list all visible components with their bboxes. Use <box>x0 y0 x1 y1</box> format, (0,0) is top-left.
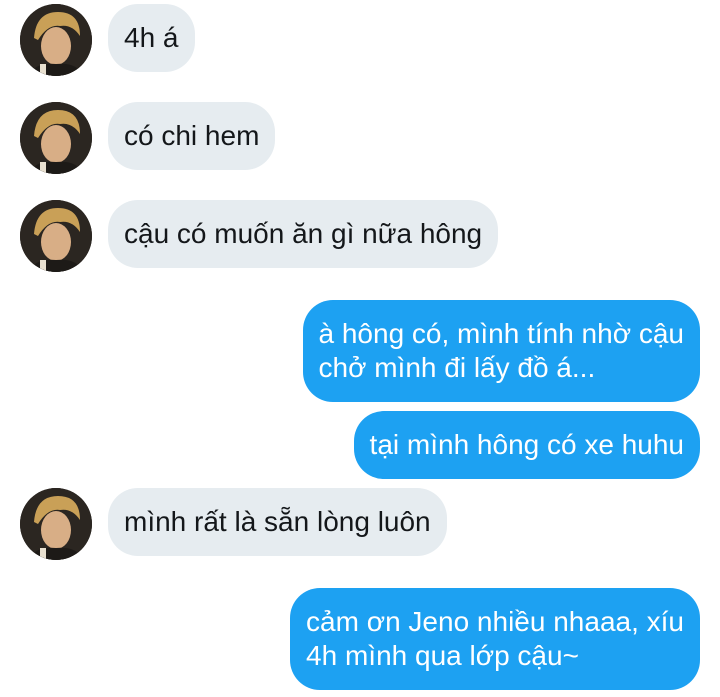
incoming-message-bubble[interactable]: mình rất là sẵn lòng luôn <box>108 488 447 556</box>
sender-avatar[interactable] <box>20 102 92 174</box>
outgoing-message-bubble[interactable]: tại mình hông có xe huhu <box>353 411 700 479</box>
message-text-line: à hông có, mình tính nhờ cậu <box>318 318 685 349</box>
sender-avatar[interactable] <box>20 488 92 560</box>
message-thread: 4h á có chi hem cậu có muốn ăn gì nữa hô… <box>0 0 720 697</box>
message-text: 4h á <box>124 22 179 53</box>
message-text: tại mình hông có xe huhu <box>369 429 684 460</box>
message-text: cậu có muốn ăn gì nữa hông <box>124 218 483 249</box>
message-text-line: cảm ơn Jeno nhiều nhaaa, xíu <box>306 606 684 637</box>
avatar-photo-icon <box>20 200 92 272</box>
message-text-line: chở mình đi lấy đồ á... <box>318 352 596 383</box>
outgoing-message-bubble[interactable]: à hông có, mình tính nhờ cậu chở mình đi… <box>302 300 700 402</box>
sender-avatar[interactable] <box>20 200 92 272</box>
avatar-photo-icon <box>20 488 92 560</box>
avatar-photo-icon <box>20 102 92 174</box>
incoming-message-bubble[interactable]: cậu có muốn ăn gì nữa hông <box>108 200 499 268</box>
avatar-photo-icon <box>20 4 92 76</box>
incoming-message-bubble[interactable]: 4h á <box>108 4 195 72</box>
message-text: mình rất là sẵn lòng luôn <box>124 506 431 537</box>
outgoing-message-bubble[interactable]: cảm ơn Jeno nhiều nhaaa, xíu 4h mình qua… <box>290 588 700 690</box>
message-text: có chi hem <box>124 120 260 151</box>
sender-avatar[interactable] <box>20 4 92 76</box>
message-text-line: 4h mình qua lớp cậu~ <box>306 640 579 671</box>
incoming-message-bubble[interactable]: có chi hem <box>108 102 276 170</box>
